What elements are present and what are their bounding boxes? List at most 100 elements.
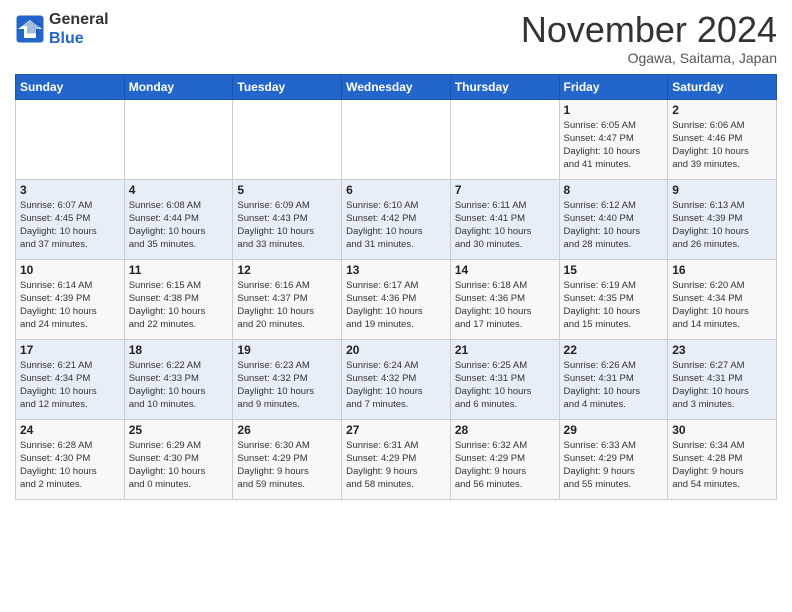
logo-general: General [49,11,109,28]
weekday-header-monday: Monday [124,74,233,99]
weekday-header-saturday: Saturday [668,74,777,99]
day-info: Sunrise: 6:34 AM Sunset: 4:28 PM Dayligh… [672,439,772,492]
day-number: 17 [20,343,120,357]
day-number: 26 [237,423,337,437]
calendar-cell: 25Sunrise: 6:29 AM Sunset: 4:30 PM Dayli… [124,419,233,499]
calendar-cell: 1 Sunrise: 6:05 AM Sunset: 4:47 PM Daylig… [559,99,668,179]
day-info: Sunrise: 6:14 AM Sunset: 4:39 PM Dayligh… [20,279,120,332]
day-number: 5 [237,183,337,197]
day-number: 11 [129,263,229,277]
day-number: 28 [455,423,555,437]
day-number: 1 [564,103,664,117]
day-info: Sunrise: 6:33 AM Sunset: 4:29 PM Dayligh… [564,439,664,492]
calendar-cell: 5 Sunrise: 6:09 AM Sunset: 4:43 PM Daylig… [233,179,342,259]
calendar-cell: 26 Sunrise: 6:30 AM Sunset: 4:29 PM Dayli… [233,419,342,499]
day-info: Sunrise: 6:06 AM Sunset: 4:46 PM Dayligh… [672,119,772,172]
calendar-cell: 8 Sunrise: 6:12 AM Sunset: 4:40 PM Daylig… [559,179,668,259]
calendar-cell: 20Sunrise: 6:24 AM Sunset: 4:32 PM Dayli… [342,339,451,419]
calendar-body: 1 Sunrise: 6:05 AM Sunset: 4:47 PM Daylig… [16,99,777,499]
calendar-cell: 18 Sunrise: 6:22 AM Sunset: 4:33 PM Dayli… [124,339,233,419]
day-info: Sunrise: 6:11 AM Sunset: 4:41 PM Dayligh… [455,199,555,252]
calendar-cell: 24 Sunrise: 6:28 AM Sunset: 4:30 PM Dayli… [16,419,125,499]
day-info: Sunrise: 6:22 AM Sunset: 4:33 PM Dayligh… [129,359,229,412]
calendar-cell: 13 Sunrise: 6:17 AM Sunset: 4:36 PM Dayli… [342,259,451,339]
calendar-week-3: 10Sunrise: 6:14 AM Sunset: 4:39 PM Dayli… [16,259,777,339]
day-info: Sunrise: 6:15 AM Sunset: 4:38 PM Dayligh… [129,279,229,332]
month-title: November 2024 [521,10,777,50]
day-number: 27 [346,423,446,437]
location: Ogawa, Saitama, Japan [521,50,777,66]
calendar-cell: 23 Sunrise: 6:27 AM Sunset: 4:31 PM Dayli… [668,339,777,419]
header: General Blue November 2024 Ogawa, Saitam… [15,10,777,66]
title-block: November 2024 Ogawa, Saitama, Japan [521,10,777,66]
calendar-cell: 6 Sunrise: 6:10 AM Sunset: 4:42 PM Daylig… [342,179,451,259]
day-info: Sunrise: 6:19 AM Sunset: 4:35 PM Dayligh… [564,279,664,332]
calendar-cell: 10Sunrise: 6:14 AM Sunset: 4:39 PM Dayli… [16,259,125,339]
calendar-cell: 16 Sunrise: 6:20 AM Sunset: 4:34 PM Dayli… [668,259,777,339]
calendar-week-5: 24 Sunrise: 6:28 AM Sunset: 4:30 PM Dayli… [16,419,777,499]
weekday-header-friday: Friday [559,74,668,99]
calendar-cell [233,99,342,179]
day-info: Sunrise: 6:29 AM Sunset: 4:30 PM Dayligh… [129,439,229,492]
day-info: Sunrise: 6:25 AM Sunset: 4:31 PM Dayligh… [455,359,555,412]
day-number: 8 [564,183,664,197]
day-number: 2 [672,103,772,117]
calendar-cell [124,99,233,179]
day-info: Sunrise: 6:32 AM Sunset: 4:29 PM Dayligh… [455,439,555,492]
day-info: Sunrise: 6:28 AM Sunset: 4:30 PM Dayligh… [20,439,120,492]
calendar-cell: 7 Sunrise: 6:11 AM Sunset: 4:41 PM Daylig… [450,179,559,259]
day-info: Sunrise: 6:08 AM Sunset: 4:44 PM Dayligh… [129,199,229,252]
weekday-row: SundayMondayTuesdayWednesdayThursdayFrid… [16,74,777,99]
day-number: 30 [672,423,772,437]
day-info: Sunrise: 6:17 AM Sunset: 4:36 PM Dayligh… [346,279,446,332]
day-info: Sunrise: 6:21 AM Sunset: 4:34 PM Dayligh… [20,359,120,412]
logo: General Blue [15,10,109,48]
day-number: 22 [564,343,664,357]
calendar-cell: 19 Sunrise: 6:23 AM Sunset: 4:32 PM Dayli… [233,339,342,419]
day-number: 16 [672,263,772,277]
calendar-cell: 4 Sunrise: 6:08 AM Sunset: 4:44 PM Daylig… [124,179,233,259]
calendar-week-2: 3Sunrise: 6:07 AM Sunset: 4:45 PM Daylig… [16,179,777,259]
calendar-cell: 22 Sunrise: 6:26 AM Sunset: 4:31 PM Dayli… [559,339,668,419]
day-number: 4 [129,183,229,197]
calendar-cell: 30 Sunrise: 6:34 AM Sunset: 4:28 PM Dayli… [668,419,777,499]
day-info: Sunrise: 6:10 AM Sunset: 4:42 PM Dayligh… [346,199,446,252]
day-number: 6 [346,183,446,197]
day-info: Sunrise: 6:23 AM Sunset: 4:32 PM Dayligh… [237,359,337,412]
logo-text: General Blue [49,10,109,48]
day-number: 7 [455,183,555,197]
calendar-cell: 15 Sunrise: 6:19 AM Sunset: 4:35 PM Dayli… [559,259,668,339]
calendar-cell: 11 Sunrise: 6:15 AM Sunset: 4:38 PM Dayli… [124,259,233,339]
calendar-cell: 2 Sunrise: 6:06 AM Sunset: 4:46 PM Daylig… [668,99,777,179]
calendar-cell: 3Sunrise: 6:07 AM Sunset: 4:45 PM Daylig… [16,179,125,259]
calendar-cell: 21 Sunrise: 6:25 AM Sunset: 4:31 PM Dayli… [450,339,559,419]
calendar-page: General Blue November 2024 Ogawa, Saitam… [0,0,792,515]
day-number: 3 [20,183,120,197]
day-info: Sunrise: 6:27 AM Sunset: 4:31 PM Dayligh… [672,359,772,412]
day-number: 24 [20,423,120,437]
calendar-table: SundayMondayTuesdayWednesdayThursdayFrid… [15,74,777,500]
weekday-header-wednesday: Wednesday [342,74,451,99]
calendar-cell: 9 Sunrise: 6:13 AM Sunset: 4:39 PM Daylig… [668,179,777,259]
day-number: 19 [237,343,337,357]
day-info: Sunrise: 6:20 AM Sunset: 4:34 PM Dayligh… [672,279,772,332]
day-number: 29 [564,423,664,437]
day-number: 18 [129,343,229,357]
day-info: Sunrise: 6:30 AM Sunset: 4:29 PM Dayligh… [237,439,337,492]
calendar-cell: 12Sunrise: 6:16 AM Sunset: 4:37 PM Dayli… [233,259,342,339]
day-number: 13 [346,263,446,277]
calendar-cell [450,99,559,179]
day-number: 12 [237,263,337,277]
day-info: Sunrise: 6:26 AM Sunset: 4:31 PM Dayligh… [564,359,664,412]
day-info: Sunrise: 6:09 AM Sunset: 4:43 PM Dayligh… [237,199,337,252]
day-info: Sunrise: 6:12 AM Sunset: 4:40 PM Dayligh… [564,199,664,252]
day-info: Sunrise: 6:05 AM Sunset: 4:47 PM Dayligh… [564,119,664,172]
calendar-cell: 27 Sunrise: 6:31 AM Sunset: 4:29 PM Dayli… [342,419,451,499]
day-number: 23 [672,343,772,357]
day-number: 21 [455,343,555,357]
day-number: 15 [564,263,664,277]
day-number: 20 [346,343,446,357]
day-number: 9 [672,183,772,197]
day-info: Sunrise: 6:31 AM Sunset: 4:29 PM Dayligh… [346,439,446,492]
day-info: Sunrise: 6:13 AM Sunset: 4:39 PM Dayligh… [672,199,772,252]
